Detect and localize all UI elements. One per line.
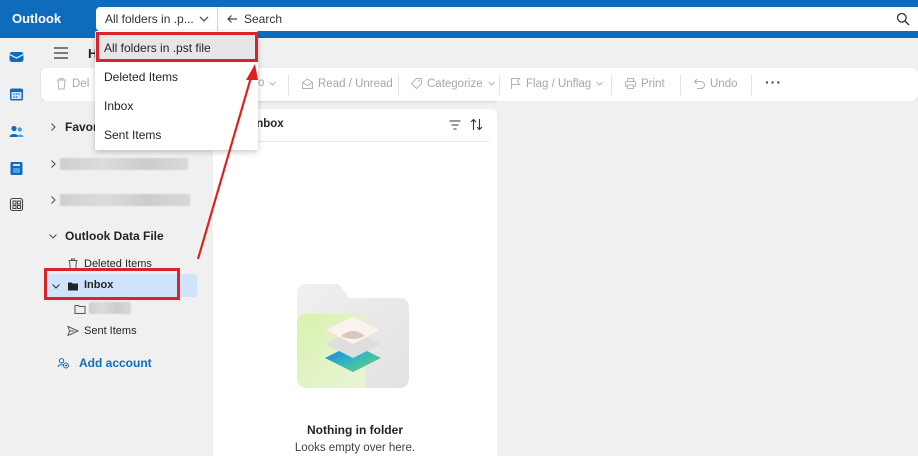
add-account-label: Add account xyxy=(79,356,152,370)
read-unread-button[interactable]: Read / Unread xyxy=(301,77,393,90)
printer-icon xyxy=(625,78,636,89)
add-person-icon xyxy=(57,358,69,369)
tasks-icon[interactable] xyxy=(8,160,25,177)
add-account-button[interactable]: Add account xyxy=(33,352,213,374)
send-icon xyxy=(67,325,79,337)
scope-option-deleted-items[interactable]: Deleted Items xyxy=(95,62,258,91)
chevron-down-icon xyxy=(199,16,209,22)
empty-state-subtitle: Looks empty over here. xyxy=(294,442,416,454)
ribbon-divider xyxy=(398,75,399,95)
tag-icon xyxy=(410,78,422,90)
categorize-button[interactable]: Categorize xyxy=(410,77,496,90)
scope-option-inbox[interactable]: Inbox xyxy=(95,91,258,120)
apps-icon[interactable] xyxy=(8,196,25,213)
move-to-label: o xyxy=(258,77,265,89)
app-rail xyxy=(0,38,33,456)
annotation-box-inbox xyxy=(44,268,180,300)
mail-icon[interactable] xyxy=(8,48,25,65)
ribbon-divider xyxy=(611,75,612,95)
account-group[interactable] xyxy=(33,189,213,211)
search-icon[interactable] xyxy=(896,12,910,26)
sent-items-label: Sent Items xyxy=(84,325,137,337)
search-placeholder: Search xyxy=(244,12,283,26)
folder-outline-icon xyxy=(74,305,86,314)
undo-icon xyxy=(693,78,705,89)
ribbon-divider xyxy=(680,75,681,95)
delete-button[interactable]: Del xyxy=(55,77,89,90)
empty-state-title: Nothing in folder xyxy=(307,423,403,437)
data-file-group[interactable]: Outlook Data File xyxy=(33,225,213,247)
flag-icon xyxy=(511,78,521,89)
search-input[interactable]: Search xyxy=(218,7,918,31)
filter-icon[interactable] xyxy=(449,120,461,130)
trash-icon xyxy=(57,78,66,90)
people-icon[interactable] xyxy=(8,123,25,140)
redacted-subfolder-name xyxy=(89,302,131,314)
chevron-down-icon[interactable] xyxy=(48,231,58,241)
delete-label: Del xyxy=(72,77,90,90)
chevron-down-icon xyxy=(487,81,495,86)
ribbon-divider xyxy=(288,75,289,95)
ribbon-divider xyxy=(499,75,500,95)
back-arrow-icon[interactable] xyxy=(226,13,238,25)
search-scope-value: All folders in .p... xyxy=(105,12,194,26)
flag-unflag-label: Flag / Unflag xyxy=(526,77,592,90)
print-button[interactable]: Print xyxy=(624,77,665,90)
flag-unflag-button[interactable]: Flag / Unflag xyxy=(509,77,604,90)
undo-button[interactable]: Undo xyxy=(693,77,738,90)
folder-sent-items[interactable]: Sent Items xyxy=(33,320,213,342)
print-label: Print xyxy=(641,77,665,90)
read-unread-label: Read / Unread xyxy=(318,77,393,90)
ribbon-divider xyxy=(751,75,752,95)
sort-icon[interactable] xyxy=(470,118,483,131)
hamburger-icon[interactable] xyxy=(54,47,68,59)
data-file-label: Outlook Data File xyxy=(65,229,164,243)
chevron-down-icon xyxy=(269,81,277,86)
scope-option-sent-items[interactable]: Sent Items xyxy=(95,120,258,149)
message-list: Inbox Nothing in folder Looks empty over… xyxy=(213,109,497,456)
move-to-button[interactable]: o xyxy=(258,77,277,89)
redacted-account-name xyxy=(60,194,190,206)
calendar-icon[interactable] xyxy=(8,86,25,103)
reading-pane xyxy=(497,101,918,456)
undo-label: Undo xyxy=(710,77,738,90)
app-title[interactable]: Outlook xyxy=(12,11,61,26)
chevron-down-icon xyxy=(596,81,604,86)
chevron-right-icon[interactable] xyxy=(48,122,58,132)
chevron-right-icon[interactable] xyxy=(48,159,58,169)
account-group[interactable] xyxy=(33,153,213,175)
redacted-account-name xyxy=(60,158,188,170)
more-options-button[interactable]: ··· xyxy=(765,74,782,90)
envelope-open-icon xyxy=(302,78,313,89)
chevron-right-icon[interactable] xyxy=(48,195,58,205)
annotation-box-scope-option xyxy=(96,32,258,62)
categorize-label: Categorize xyxy=(427,77,483,90)
list-divider xyxy=(221,141,489,142)
empty-folder-illustration xyxy=(297,284,409,388)
folder-subfolder[interactable] xyxy=(33,298,213,320)
search-scope-select[interactable]: All folders in .p... xyxy=(96,7,218,31)
